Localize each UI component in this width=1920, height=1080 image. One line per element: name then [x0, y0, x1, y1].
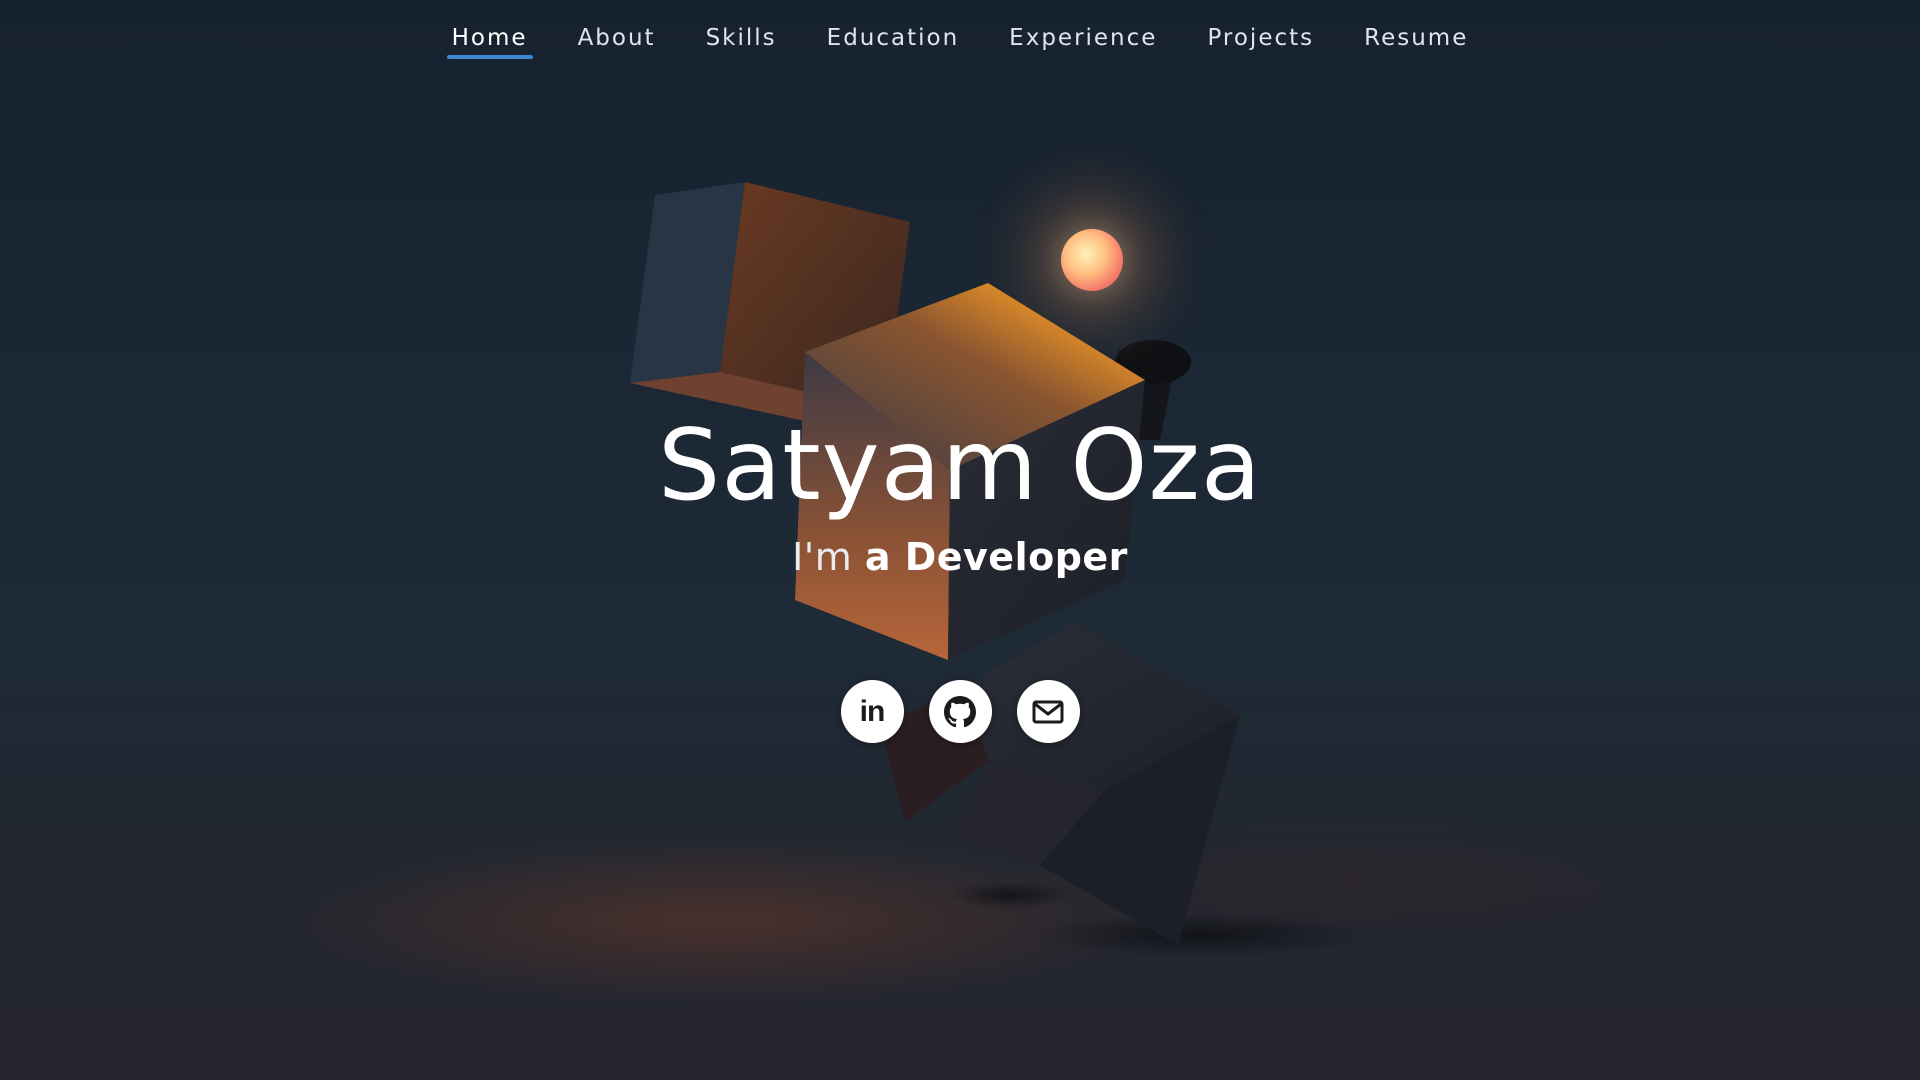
- email-button[interactable]: [1016, 680, 1080, 743]
- nav-item-projects[interactable]: Projects: [1202, 20, 1319, 59]
- linkedin-button[interactable]: in: [840, 680, 904, 743]
- main-nav: Home About Skills Education Experience P…: [0, 20, 1920, 59]
- hero-name: Satyam Oza: [658, 409, 1262, 523]
- nav-item-skills[interactable]: Skills: [701, 20, 782, 59]
- mail-icon: [1032, 700, 1064, 723]
- github-button[interactable]: [928, 680, 992, 743]
- nav-item-resume[interactable]: Resume: [1359, 20, 1473, 59]
- social-links: in: [0, 680, 1920, 743]
- hero-tagline: I'm a Developer: [0, 535, 1920, 579]
- nav-item-experience[interactable]: Experience: [1004, 20, 1162, 59]
- github-icon: [944, 695, 976, 727]
- hero-section: Satyam Oza I'm a Developer: [0, 410, 1920, 579]
- hero-page: Home About Skills Education Experience P…: [0, 0, 1920, 1080]
- tagline-role: a Developer: [864, 534, 1128, 579]
- linkedin-icon: in: [859, 694, 886, 728]
- tagline-prefix: I'm: [792, 534, 853, 579]
- nav-item-home[interactable]: Home: [446, 20, 533, 59]
- nav-item-about[interactable]: About: [573, 20, 661, 59]
- nav-item-education[interactable]: Education: [822, 20, 965, 59]
